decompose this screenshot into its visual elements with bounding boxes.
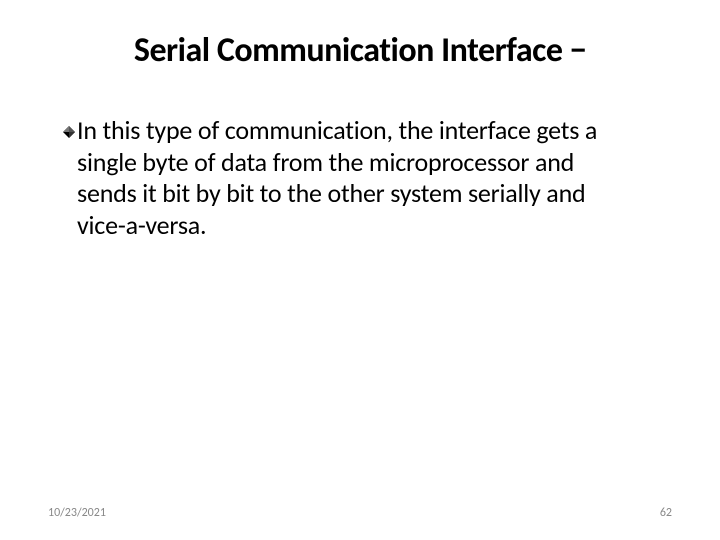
slide-title: Serial Communication Interface − <box>48 30 672 71</box>
slide-footer: 10/23/2021 62 <box>48 506 672 520</box>
diamond-bullet-icon <box>62 125 76 139</box>
body-paragraph: In this type of communication, the inter… <box>77 115 612 242</box>
footer-date: 10/23/2021 <box>48 506 106 520</box>
body-block: In this type of communication, the inter… <box>48 115 672 242</box>
slide-container: Serial Communication Interface − In this… <box>0 0 720 540</box>
footer-page-number: 62 <box>660 506 672 520</box>
